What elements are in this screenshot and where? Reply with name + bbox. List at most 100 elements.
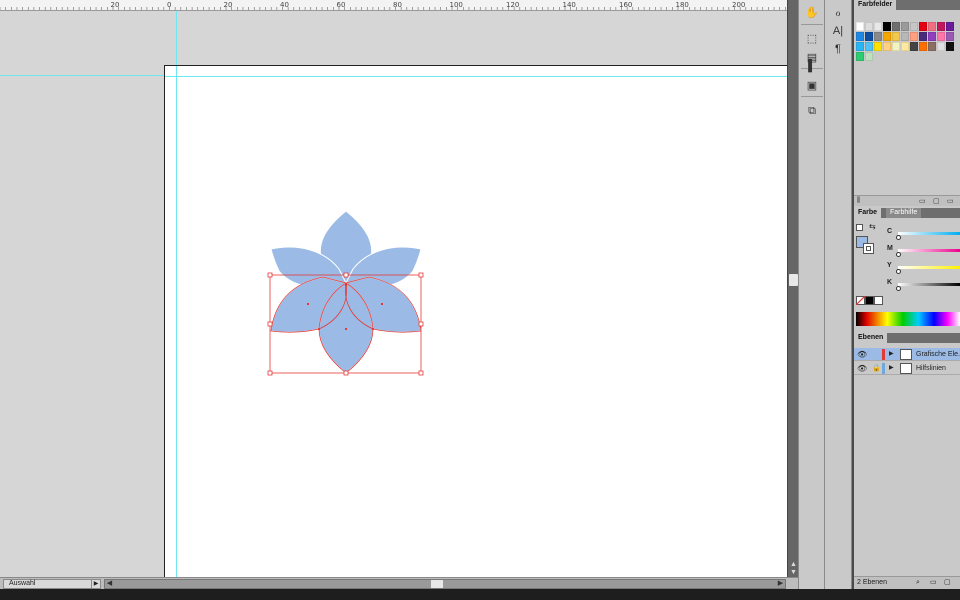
color-swatch[interactable] (874, 32, 882, 41)
slider-track[interactable] (898, 249, 960, 252)
slider-track[interactable] (898, 283, 960, 286)
resize-handle[interactable] (343, 370, 349, 376)
none-color-swatch[interactable] (856, 296, 865, 305)
paragraph-icon[interactable]: ¶ (829, 40, 847, 58)
color-swatch[interactable] (919, 32, 927, 41)
slider-knob[interactable] (896, 286, 901, 291)
color-swatch[interactable] (856, 52, 864, 61)
anchor-point[interactable] (372, 328, 374, 330)
black-swatch[interactable] (865, 296, 874, 305)
white-swatch[interactable] (874, 296, 883, 305)
scroll-right-arrow[interactable]: ▶ (776, 579, 785, 588)
horizontal-ruler[interactable]: 20 0 20 40 60 80 100 120 140 160 180 200 (0, 0, 787, 11)
slider-track[interactable] (898, 266, 960, 269)
color-swatch[interactable] (883, 42, 891, 51)
document-page[interactable] (164, 65, 787, 577)
tab-ebenen[interactable]: Ebenen (854, 333, 888, 343)
color-swatch[interactable] (919, 22, 927, 31)
color-swatch[interactable] (937, 42, 945, 51)
new-swatch-icon[interactable]: ▢ (933, 197, 940, 205)
color-swatch[interactable] (901, 32, 909, 41)
search-icon[interactable]: ⌕ (916, 577, 920, 589)
anchor-point[interactable] (307, 303, 309, 305)
scroll-down-arrow[interactable]: ▼ (789, 568, 798, 577)
tab-farbhilfe[interactable]: Farbhilfe (886, 208, 922, 218)
color-swatch[interactable] (928, 32, 936, 41)
vertical-scrollbar[interactable]: ▲ ▼ (787, 0, 798, 577)
new-group-icon[interactable]: ▭ (919, 197, 926, 205)
tab-farbe[interactable]: Farbe (854, 208, 882, 218)
color-swatch[interactable] (874, 42, 882, 51)
pathfinder-icon[interactable]: ▣ (803, 76, 821, 94)
layer-name[interactable]: Hilfslinien (916, 362, 946, 375)
layer-row-hilfslinien[interactable]: 👁 🔒 ▶ Hilfslinien (854, 362, 960, 375)
anchor-point[interactable] (318, 328, 320, 330)
slider-c[interactable]: C (854, 228, 960, 240)
color-swatch[interactable] (865, 32, 873, 41)
anchor-point[interactable] (381, 303, 383, 305)
color-swatch[interactable] (892, 42, 900, 51)
color-swatch[interactable] (874, 22, 882, 31)
anchor-point[interactable] (345, 284, 347, 286)
color-swatch[interactable] (910, 32, 918, 41)
layer-row-grafische[interactable]: 👁 ▶ Grafische Ele... (854, 348, 960, 361)
slider-knob[interactable] (896, 269, 901, 274)
color-swatch[interactable] (883, 22, 891, 31)
expand-arrow-icon[interactable]: ▶ (889, 362, 894, 375)
color-swatch[interactable] (919, 42, 927, 51)
color-swatch[interactable] (946, 22, 954, 31)
resize-handle[interactable] (343, 272, 349, 278)
slider-knob[interactable] (896, 235, 901, 240)
resize-handle[interactable] (267, 272, 273, 278)
slider-y[interactable]: Y (854, 262, 960, 274)
pasteboard[interactable] (0, 11, 787, 577)
layer-name[interactable]: Grafische Ele... (916, 348, 960, 361)
resize-handle[interactable] (267, 321, 273, 327)
color-swatch[interactable] (901, 22, 909, 31)
color-swatch[interactable] (856, 42, 864, 51)
resize-handle[interactable] (418, 370, 424, 376)
slider-track[interactable] (898, 232, 960, 235)
color-swatch[interactable] (856, 32, 864, 41)
color-swatch[interactable] (946, 42, 954, 51)
color-swatch[interactable] (856, 22, 864, 31)
delete-swatch-icon[interactable]: ▭ (947, 197, 954, 205)
align-icon[interactable]: ▌ (803, 57, 821, 75)
color-swatch[interactable] (928, 22, 936, 31)
color-swatch[interactable] (892, 32, 900, 41)
status-mode-dropdown[interactable]: Auswahl ▶ (3, 579, 101, 589)
color-swatch[interactable] (865, 22, 873, 31)
color-swatch[interactable] (937, 22, 945, 31)
color-spectrum[interactable] (856, 312, 960, 326)
flower-artwork[interactable] (165, 66, 787, 577)
stroke-icon[interactable]: ⧉ (803, 102, 821, 120)
color-swatch[interactable] (901, 42, 909, 51)
color-swatch[interactable] (892, 22, 900, 31)
character-icon[interactable]: A| (829, 22, 847, 40)
color-swatch[interactable] (910, 22, 918, 31)
color-swatch[interactable] (910, 42, 918, 51)
dropdown-arrow-icon[interactable]: ▶ (91, 580, 100, 588)
color-swatch[interactable] (883, 32, 891, 41)
scroll-left-arrow[interactable]: ◀ (105, 579, 114, 588)
slider-m[interactable]: M (854, 245, 960, 257)
color-swatch[interactable] (928, 42, 936, 51)
transform-icon[interactable]: ⬚ (803, 29, 821, 47)
color-swatch[interactable] (865, 52, 873, 61)
library-icon[interactable]: ⫼ (857, 197, 860, 205)
color-swatch[interactable] (946, 32, 954, 41)
horizontal-scroll-thumb[interactable] (431, 580, 443, 588)
visibility-eye-icon[interactable]: 👁 (857, 348, 867, 361)
glyphs-icon[interactable]: ℴ (829, 3, 847, 21)
delete-layer-icon[interactable]: ▢ (944, 577, 951, 589)
resize-handle[interactable] (418, 321, 424, 327)
lock-icon[interactable]: 🔒 (872, 362, 881, 375)
anchor-point[interactable] (345, 328, 347, 330)
resize-handle[interactable] (418, 272, 424, 278)
expand-arrow-icon[interactable]: ▶ (889, 348, 894, 361)
hand-tool-icon[interactable]: ✋ (803, 3, 821, 21)
resize-handle[interactable] (267, 370, 273, 376)
color-swatch[interactable] (865, 42, 873, 51)
new-layer-icon[interactable]: ▭ (930, 577, 937, 589)
horizontal-scrollbar[interactable]: ◀ ▶ (104, 579, 786, 589)
